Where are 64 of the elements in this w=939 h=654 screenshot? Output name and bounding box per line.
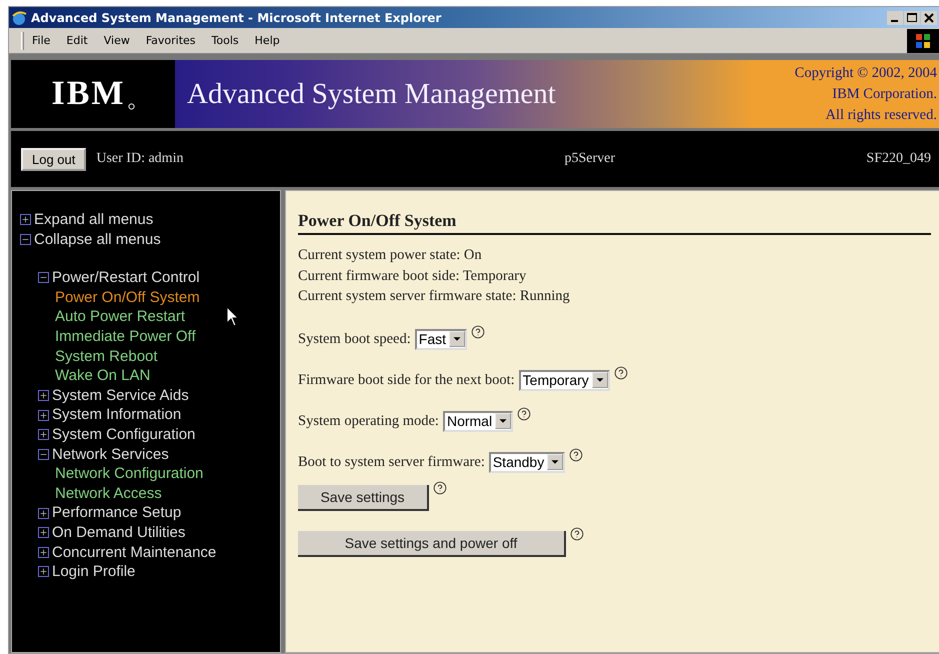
caret-icon — [495, 413, 512, 429]
minimize-icon[interactable] — [887, 10, 903, 24]
windows-logo-icon — [907, 28, 939, 52]
nav-link[interactable]: System Reboot — [20, 346, 280, 366]
save-button[interactable]: Save settings — [298, 484, 429, 510]
menu-item[interactable]: Tools — [204, 34, 247, 47]
server-name: p5Server — [564, 151, 616, 167]
status-text: Current system power state: On — [298, 246, 483, 265]
nav-link[interactable]: Wake On LAN — [20, 366, 280, 386]
menu-toggle-link[interactable]: Expand all menus — [20, 210, 280, 230]
setting-label: System operating mode: — [298, 412, 439, 430]
window-title: Advanced System Management - Microsoft Internet Explorer — [31, 10, 442, 24]
banner-title: Advanced System Management — [187, 78, 557, 110]
nav-link[interactable]: Network Access — [20, 484, 280, 504]
menu-item[interactable]: File — [24, 34, 58, 47]
close-icon[interactable] — [921, 10, 937, 24]
help-icon[interactable] — [433, 480, 447, 494]
dropdown[interactable]: Temporary — [518, 370, 610, 390]
nav-link[interactable]: Network Configuration — [20, 464, 280, 484]
nav-section[interactable]: Performance Setup — [20, 503, 280, 523]
logout-button[interactable]: Log out — [21, 148, 86, 170]
caret-icon — [592, 372, 608, 388]
nav-section[interactable]: Concurrent Maintenance — [20, 542, 280, 562]
menu-toggle-link[interactable]: Collapse all menus — [20, 230, 280, 250]
setting-label: Boot to system server firmware: — [298, 454, 485, 470]
nav-section[interactable]: Login Profile — [20, 562, 280, 582]
help-icon[interactable] — [570, 526, 584, 540]
menu-item[interactable]: Help — [246, 34, 288, 47]
caret-icon — [449, 331, 466, 347]
mouse-pointer-icon — [226, 306, 240, 328]
copyright-text: All rights reserved. — [825, 106, 937, 125]
caret-icon — [547, 454, 564, 470]
dropdown[interactable]: Normal — [442, 410, 514, 432]
status-text: Current system server firmware state: Running — [298, 287, 571, 306]
dropdown[interactable]: Standby — [488, 452, 566, 472]
copyright-text: Copyright © 2002, 2004 — [794, 64, 937, 83]
page-heading: Power On/Off System — [298, 211, 931, 235]
dropdown[interactable]: Fast — [414, 328, 468, 350]
help-icon[interactable] — [517, 406, 532, 420]
nav-section[interactable]: System Information — [20, 405, 280, 425]
nav-section[interactable]: Power/Restart Control — [20, 268, 280, 288]
menu-item[interactable]: Favorites — [138, 34, 204, 47]
ibm-logo: IBM — [52, 75, 126, 113]
nav-link[interactable]: Power On/Off System — [20, 288, 280, 308]
help-icon[interactable] — [569, 448, 584, 462]
nav-section[interactable]: System Service Aids — [20, 386, 280, 406]
nav-section[interactable]: Network Services — [20, 444, 280, 464]
menu-item[interactable]: Edit — [58, 34, 96, 47]
save-button[interactable]: Save settings and power off — [298, 530, 566, 556]
status-text: Current firmware boot side: Temporary — [298, 266, 528, 286]
firmware-version: SF220_049 — [866, 151, 931, 167]
nav-link[interactable]: Auto Power Restart — [20, 307, 280, 327]
help-icon[interactable] — [614, 366, 628, 380]
setting-label: Firmware boot side for the next boot: — [298, 372, 515, 388]
setting-label: System boot speed: — [298, 330, 411, 348]
browser-icon — [11, 10, 27, 26]
nav-link[interactable]: Immediate Power Off — [20, 326, 280, 347]
maximize-icon[interactable] — [904, 10, 920, 24]
user-id-text: User ID: admin — [96, 151, 184, 167]
nav-section[interactable]: On Demand Utilities — [20, 522, 280, 542]
copyright-text: IBM Corporation. — [832, 85, 937, 104]
nav-section[interactable]: System Configuration — [20, 424, 280, 445]
menu-item[interactable]: View — [96, 34, 138, 47]
help-icon[interactable] — [471, 324, 486, 338]
